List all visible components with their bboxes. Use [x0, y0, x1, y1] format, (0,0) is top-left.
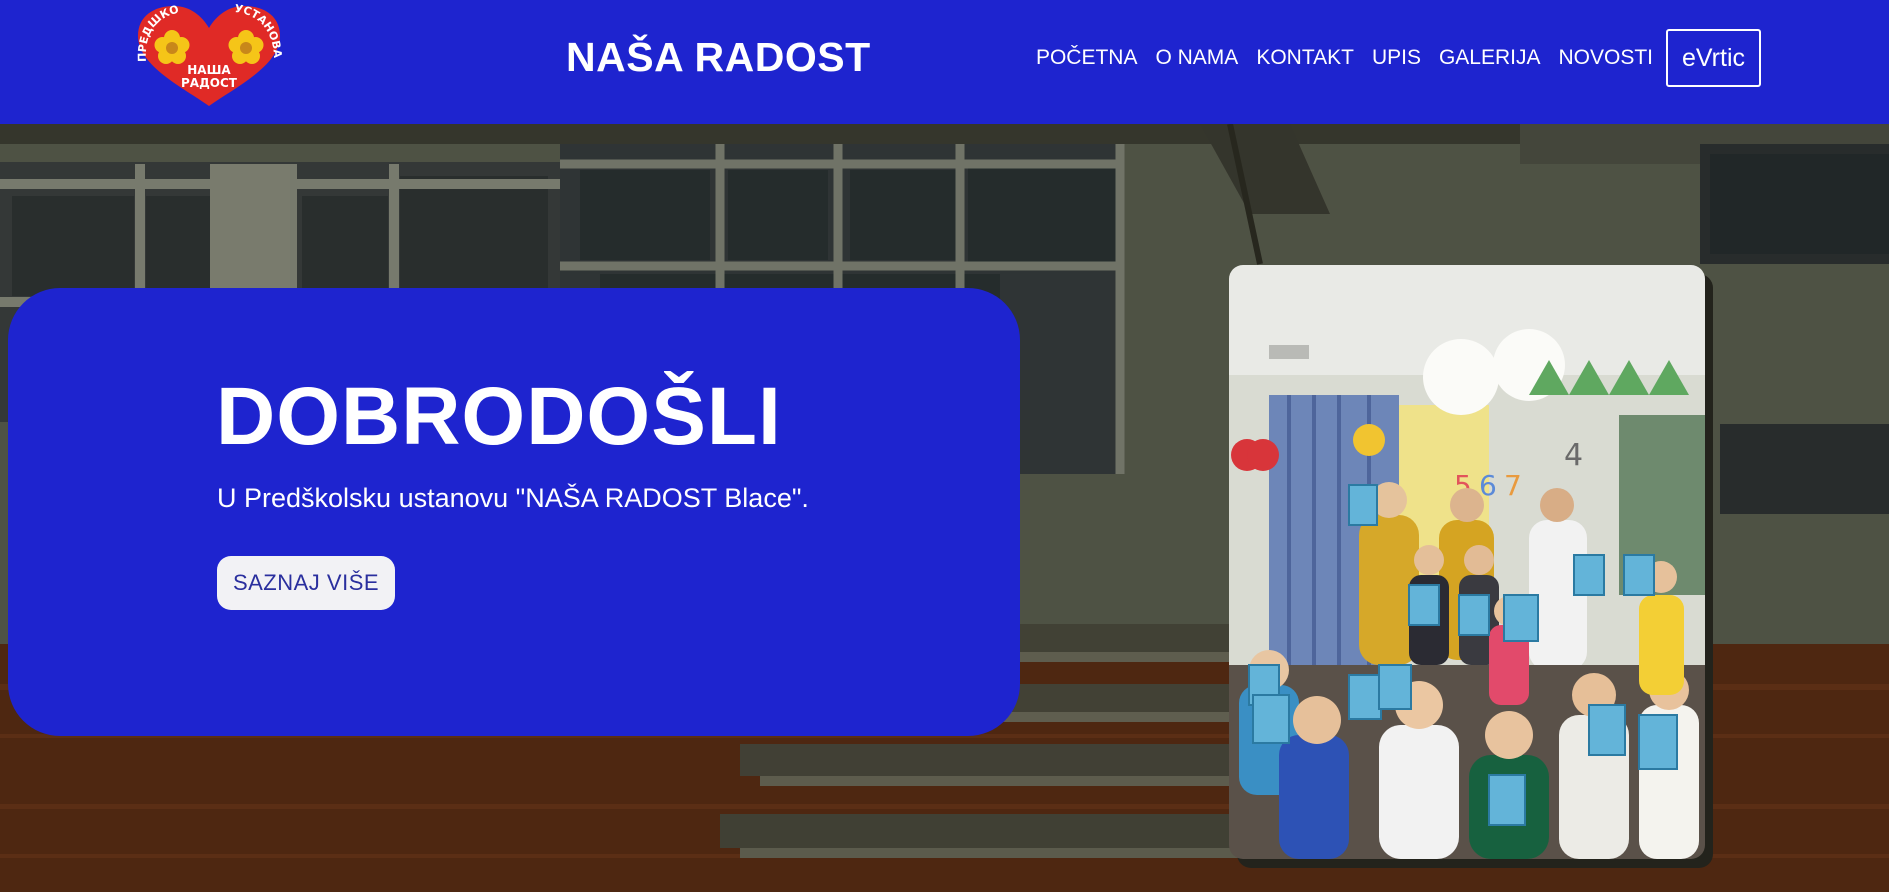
logo-text-center-1: НАША: [187, 63, 231, 77]
welcome-card: DOBRODOŠLI U Predškolsku ustanovu "NAŠA …: [8, 288, 1020, 736]
nav-item-kontakt[interactable]: KONTAKT: [1247, 46, 1363, 70]
site-title[interactable]: NAŠA RADOST: [566, 34, 871, 81]
learn-more-button[interactable]: SAZNAJ VIŠE: [217, 556, 395, 610]
svg-text:7: 7: [1504, 469, 1522, 502]
logo-text-center-2: РАДОСТ: [181, 76, 238, 90]
children-classroom-photo[interactable]: 5 6 7 4: [1229, 265, 1705, 859]
nav-item-upis[interactable]: UPIS: [1363, 46, 1430, 70]
welcome-subtitle: U Predškolsku ustanovu "NAŠA RADOST Blac…: [217, 483, 809, 513]
svg-text:4: 4: [1564, 438, 1583, 473]
evrtic-button[interactable]: eVrtic: [1666, 29, 1761, 87]
site-header: ПРЕДШКОЛСКА УСТАНОВА НАША РАДОСТ NAŠA RA…: [0, 0, 1889, 124]
nav-item-novosti[interactable]: NOVOSTI: [1550, 46, 1663, 70]
nav-item-pocetna[interactable]: POČETNA: [1027, 46, 1147, 70]
page: ПРЕДШКОЛСКА УСТАНОВА НАША РАДОСТ NAŠA RA…: [0, 0, 1889, 892]
heart-logo-icon[interactable]: ПРЕДШКОЛСКА УСТАНОВА НАША РАДОСТ: [129, 0, 284, 108]
nav-item-galerija[interactable]: GALERIJA: [1430, 46, 1550, 70]
welcome-title: DOBRODOŠLI: [216, 371, 782, 462]
nav-item-o-nama[interactable]: O NAMA: [1146, 46, 1247, 70]
main-nav: POČETNA O NAMA KONTAKT UPIS GALERIJA NOV…: [1027, 29, 1761, 87]
